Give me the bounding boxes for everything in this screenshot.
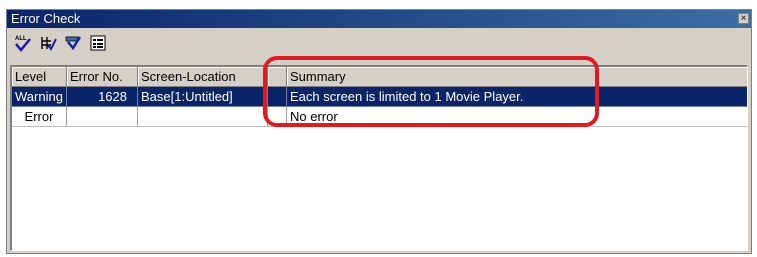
- cell-summary: No error: [287, 107, 747, 127]
- cell-summary: Each screen is limited to 1 Movie Player…: [287, 87, 747, 107]
- table-row[interactable]: Error No error: [12, 107, 747, 127]
- cell-error-no: 1628: [67, 87, 138, 107]
- title-bar[interactable]: Error Check ×: [7, 10, 751, 28]
- close-button[interactable]: ×: [738, 13, 749, 24]
- cell-error-no: [67, 107, 138, 127]
- funnel-check-icon: [65, 36, 82, 51]
- properties-list-icon: [90, 35, 106, 51]
- svg-text:ALL: ALL: [15, 36, 27, 42]
- cell-blank: [268, 107, 287, 127]
- grid-check-button[interactable]: [38, 33, 58, 53]
- check-all-button[interactable]: ALL: [13, 33, 33, 53]
- column-header-blank[interactable]: [268, 67, 287, 87]
- check-all-icon: ALL: [15, 36, 31, 52]
- properties-button[interactable]: [88, 33, 108, 53]
- cell-blank: [268, 87, 287, 107]
- table-row[interactable]: Warning 1628 Base[1:Untitled] Each scree…: [12, 87, 747, 107]
- column-header-summary[interactable]: Summary: [287, 67, 747, 87]
- error-check-window: Error Check × ALL Level Error No. Screen…: [6, 9, 752, 254]
- filter-check-button[interactable]: [63, 33, 83, 53]
- cell-level: Error: [12, 107, 67, 127]
- grid-check-icon: [41, 37, 57, 51]
- column-header-level[interactable]: Level: [12, 67, 67, 87]
- error-table[interactable]: Level Error No. Screen-Location Summary …: [10, 65, 748, 251]
- toolbar: ALL: [7, 28, 751, 58]
- cell-screen-location: Base[1:Untitled]: [138, 87, 268, 107]
- cell-screen-location: [138, 107, 268, 127]
- column-header-screen-location[interactable]: Screen-Location: [138, 67, 268, 87]
- column-header-error-no[interactable]: Error No.: [67, 67, 138, 87]
- window-title: Error Check: [11, 11, 81, 26]
- cell-level: Warning: [12, 87, 67, 107]
